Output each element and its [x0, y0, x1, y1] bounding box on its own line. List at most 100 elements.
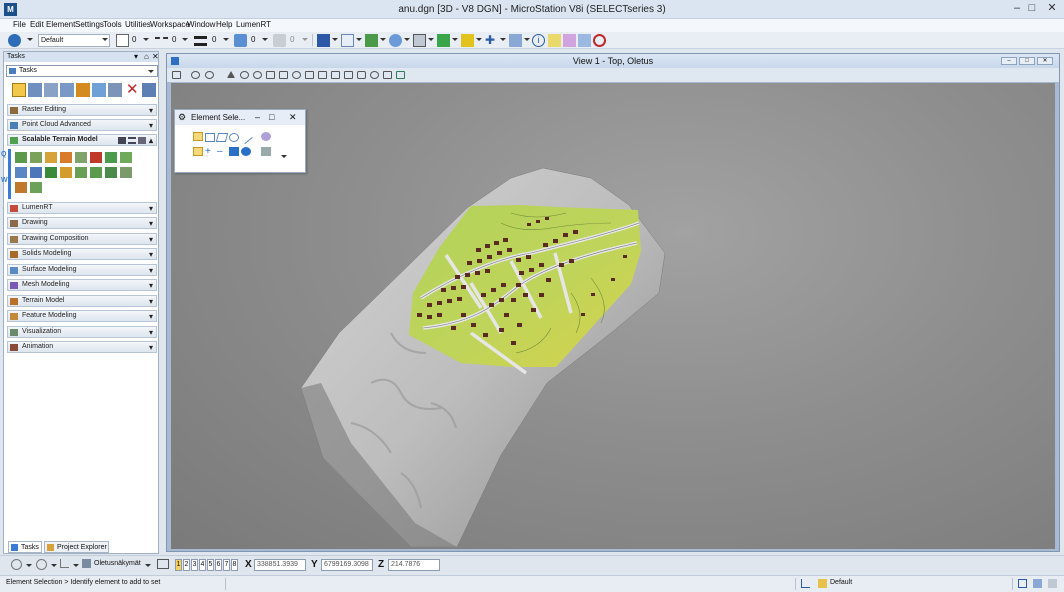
- level-dropdown-arrow[interactable]: [102, 38, 108, 41]
- view-menu-icon[interactable]: [171, 57, 179, 65]
- menu-workspace[interactable]: Workspace: [150, 20, 190, 29]
- stm-profile-icon[interactable]: [30, 167, 42, 178]
- view-details-toggle[interactable]: [138, 137, 146, 144]
- view-groups-icon[interactable]: [157, 559, 169, 569]
- window-area-icon[interactable]: [266, 71, 275, 79]
- check-icon[interactable]: [548, 34, 561, 47]
- color-dropdown-arrow[interactable]: [143, 38, 149, 41]
- view-attributes-icon[interactable]: [172, 71, 181, 79]
- design-file-changed-icon[interactable]: [1018, 579, 1027, 588]
- forward-icon[interactable]: [36, 559, 47, 570]
- forward-dropdown[interactable]: [51, 564, 57, 567]
- shape-method-icon[interactable]: [215, 133, 229, 142]
- class-icon[interactable]: [234, 34, 247, 47]
- transparency-icon[interactable]: [273, 34, 286, 47]
- line-style-dropdown-arrow[interactable]: [182, 38, 188, 41]
- menu-settings[interactable]: Settings: [75, 20, 104, 29]
- selection-filter-icon[interactable]: [261, 147, 271, 156]
- panel-pin-icon[interactable]: ⌂: [144, 52, 149, 62]
- stm-contours-icon[interactable]: [120, 152, 132, 163]
- element-selection-title-bar[interactable]: ⚙ Element Sele... – □ ✕: [175, 110, 305, 125]
- section-scalable-terrain-model[interactable]: Scalable Terrain Model ▴: [7, 134, 157, 146]
- snap-dropdown[interactable]: [500, 38, 506, 41]
- toggle-mask-icon[interactable]: [383, 71, 392, 79]
- view-button-5[interactable]: 5: [207, 559, 214, 571]
- dialog-maximize-icon[interactable]: □: [269, 110, 274, 125]
- section-terrain-model[interactable]: Terrain Model ▾: [7, 295, 157, 307]
- layers-icon[interactable]: [461, 34, 474, 47]
- print-status-icon[interactable]: [1048, 579, 1057, 588]
- section-surface-modeling[interactable]: Surface Modeling ▾: [7, 264, 157, 276]
- stm-drape-icon[interactable]: [105, 152, 117, 163]
- message-center-icon[interactable]: [1033, 579, 1042, 588]
- level-display-dropdown-arrow[interactable]: [27, 38, 33, 41]
- saved-view-name[interactable]: Oletusnäkymät: [94, 560, 141, 567]
- menu-lumenrt[interactable]: LumenRT: [236, 20, 271, 29]
- section-visualization[interactable]: Visualization ▾: [7, 326, 157, 338]
- circle-method-icon[interactable]: [229, 133, 239, 142]
- fit-view-icon[interactable]: [279, 71, 288, 79]
- expand-dialog-arrow[interactable]: [281, 155, 287, 158]
- layers-dropdown[interactable]: [476, 38, 482, 41]
- subtract-mode-icon[interactable]: –: [217, 147, 227, 157]
- more-tools-icon[interactable]: [142, 83, 156, 97]
- view-button-3[interactable]: 3: [191, 559, 198, 571]
- models-icon[interactable]: [365, 34, 378, 47]
- class-dropdown-arrow[interactable]: [262, 38, 268, 41]
- stm-merge-icon[interactable]: [75, 167, 87, 178]
- info-icon[interactable]: i: [532, 34, 545, 47]
- zoom-in-icon[interactable]: [240, 71, 249, 79]
- line-method-icon[interactable]: [239, 130, 253, 145]
- view-button-7[interactable]: 7: [223, 559, 230, 571]
- copy-view-icon[interactable]: [344, 71, 353, 79]
- view-button-2[interactable]: 2: [183, 559, 190, 571]
- maximize-button[interactable]: □: [1024, 0, 1040, 18]
- lock-toggle-icon[interactable]: [801, 579, 810, 588]
- file-dropdown[interactable]: [356, 38, 362, 41]
- globe-dropdown[interactable]: [404, 38, 410, 41]
- menu-tools[interactable]: Tools: [103, 20, 122, 29]
- section-animation[interactable]: Animation ▾: [7, 341, 157, 353]
- menu-file[interactable]: File: [13, 20, 26, 29]
- back-dropdown[interactable]: [26, 564, 32, 567]
- y-coordinate-field[interactable]: 6799169.3098: [321, 559, 373, 571]
- stm-texture-icon[interactable]: [30, 182, 42, 193]
- stm-display-icon[interactable]: [75, 152, 87, 163]
- clear-mode-icon[interactable]: [241, 147, 251, 156]
- section-point-cloud-advanced[interactable]: Point Cloud Advanced ▾: [7, 119, 157, 131]
- task-navigation-icon[interactable]: [509, 34, 522, 47]
- stm-import-icon[interactable]: [30, 152, 42, 163]
- stm-create-icon[interactable]: [15, 152, 27, 163]
- menu-edit[interactable]: Edit: [30, 20, 44, 29]
- menu-utilities[interactable]: Utilities: [125, 20, 151, 29]
- no-entry-icon[interactable]: [593, 34, 606, 47]
- transparency-dropdown-arrow[interactable]: [302, 38, 308, 41]
- menu-window[interactable]: Window: [187, 20, 215, 29]
- stm-settings-icon[interactable]: [120, 167, 132, 178]
- view-next-icon[interactable]: [331, 71, 340, 79]
- view-button-8[interactable]: 8: [231, 559, 238, 571]
- line-style-icon[interactable]: [155, 37, 168, 45]
- stm-lock-icon[interactable]: [45, 167, 57, 178]
- up-icon[interactable]: [60, 559, 69, 568]
- primary-tools-icon[interactable]: [317, 34, 330, 47]
- snap-icon[interactable]: ✚: [485, 34, 498, 47]
- view-button-1[interactable]: 1: [175, 559, 182, 571]
- up-dropdown[interactable]: [73, 564, 79, 567]
- x-coordinate-field[interactable]: 338851.3939: [254, 559, 306, 571]
- new-file-icon[interactable]: [341, 34, 354, 47]
- tab-tasks[interactable]: Tasks: [8, 541, 42, 553]
- pin-icon[interactable]: ▾: [134, 52, 138, 62]
- panel-close-icon[interactable]: ✕: [152, 52, 159, 62]
- menu-help[interactable]: Help: [216, 20, 232, 29]
- view-previous-icon[interactable]: [318, 71, 327, 79]
- workspace-icon[interactable]: [563, 34, 576, 47]
- stm-volume-icon[interactable]: [15, 167, 27, 178]
- pan-view-icon[interactable]: [305, 71, 314, 79]
- groups-icon[interactable]: [108, 83, 122, 97]
- z-coordinate-field[interactable]: 214.7876: [388, 559, 440, 571]
- section-drawing-composition[interactable]: Drawing Composition ▾: [7, 233, 157, 245]
- active-level-select[interactable]: Default: [38, 34, 110, 47]
- measure-icon[interactable]: [44, 83, 58, 97]
- saved-view-dropdown[interactable]: [145, 564, 151, 567]
